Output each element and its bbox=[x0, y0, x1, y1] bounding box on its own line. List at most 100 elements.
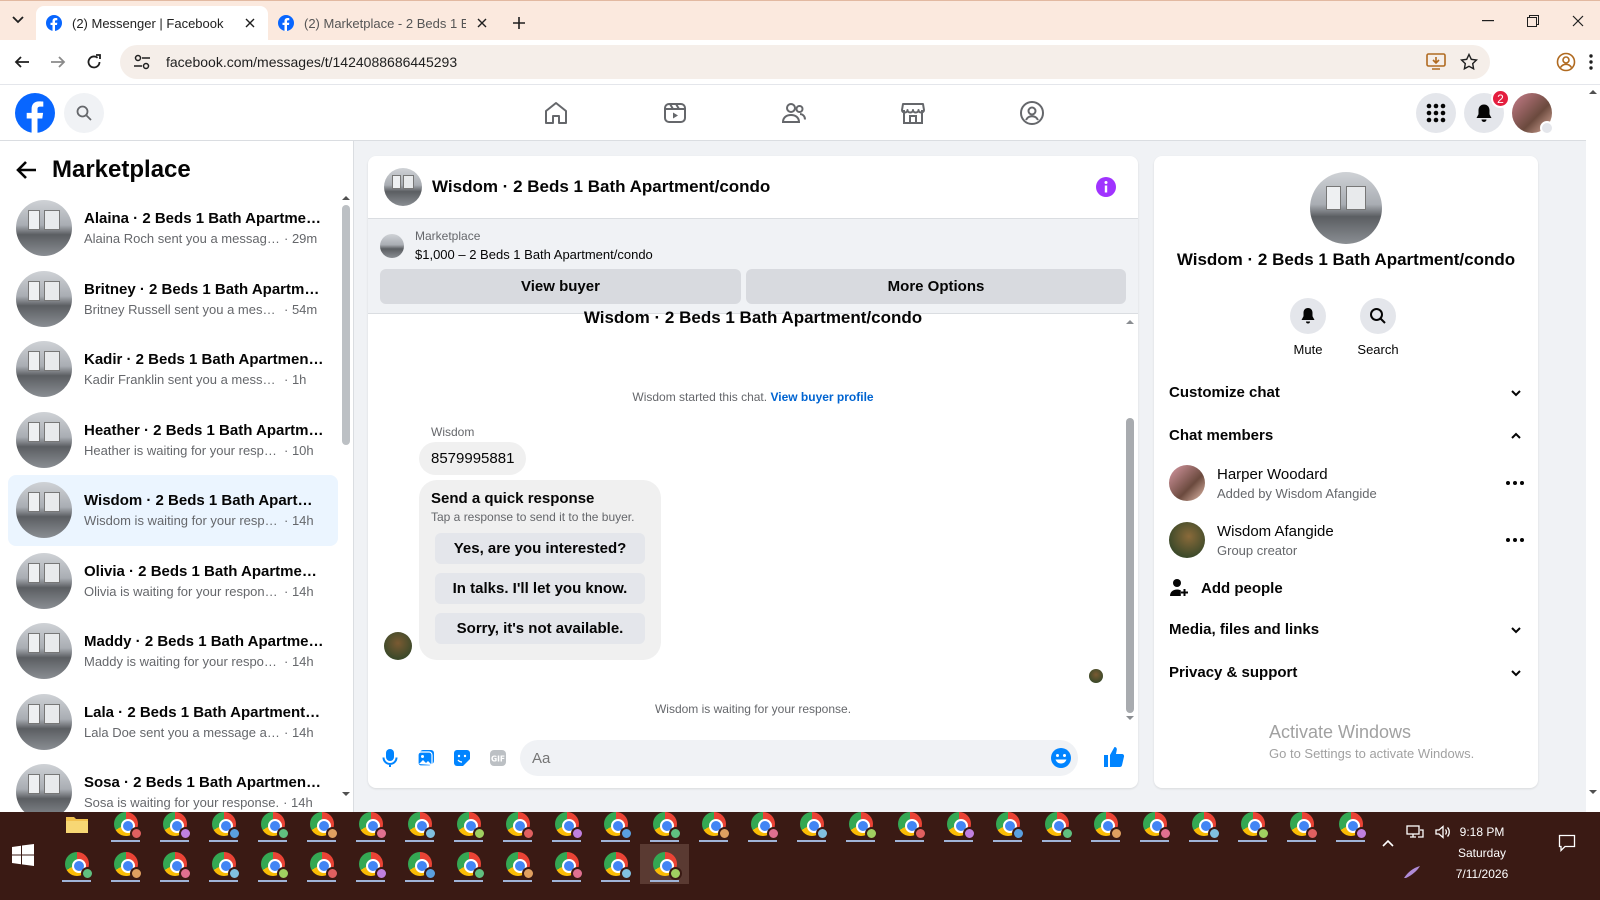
taskbar-chrome-window[interactable] bbox=[934, 804, 983, 844]
tab-search-button[interactable] bbox=[0, 0, 36, 40]
sender-avatar[interactable] bbox=[384, 632, 412, 660]
taskbar-chrome-window[interactable] bbox=[346, 804, 395, 844]
taskbar-chrome-window[interactable] bbox=[297, 844, 346, 884]
conversation-title[interactable]: Wisdom · 2 Beds 1 Bath Apartment/condo bbox=[432, 177, 770, 197]
action-center-icon[interactable] bbox=[1558, 834, 1576, 852]
view-buyer-button[interactable]: View buyer bbox=[380, 269, 741, 304]
scroll-thumb[interactable] bbox=[342, 205, 350, 445]
browser-menu-icon[interactable] bbox=[1588, 53, 1594, 71]
chat-list-item[interactable]: Kadir · 2 Beds 1 Bath Apartment/condo Kad… bbox=[8, 334, 338, 405]
taskbar-chrome-window[interactable] bbox=[493, 804, 542, 844]
taskbar-chrome-window[interactable] bbox=[640, 804, 689, 844]
friends-tab[interactable] bbox=[734, 85, 853, 141]
reload-button[interactable] bbox=[76, 44, 112, 80]
taskbar-chrome-window[interactable] bbox=[1277, 804, 1326, 844]
mute-button[interactable]: Mute bbox=[1290, 298, 1326, 357]
taskbar-chrome-window[interactable] bbox=[444, 844, 493, 884]
chat-list-scrollbar[interactable] bbox=[338, 193, 350, 803]
taskbar-chrome-window[interactable] bbox=[836, 804, 885, 844]
view-buyer-profile-link[interactable]: View buyer profile bbox=[770, 390, 873, 404]
taskbar-chrome-window[interactable] bbox=[101, 844, 150, 884]
member-item[interactable]: Harper Woodard Added by Wisdom Afangide bbox=[1169, 458, 1524, 508]
new-tab-button[interactable] bbox=[504, 6, 534, 40]
taskbar-chrome-window[interactable] bbox=[1179, 804, 1228, 844]
marketplace-tab[interactable] bbox=[853, 85, 972, 141]
chat-list-item[interactable]: Lala · 2 Beds 1 Bath Apartment/condo Lala… bbox=[8, 687, 338, 758]
taskbar-chrome-window[interactable] bbox=[1130, 804, 1179, 844]
scroll-down-icon[interactable] bbox=[340, 789, 352, 799]
taskbar-chrome-window[interactable] bbox=[395, 844, 444, 884]
taskbar-chrome-window[interactable] bbox=[542, 804, 591, 844]
quick-response-in-talks[interactable]: In talks. I'll let you know. bbox=[435, 573, 645, 604]
notifications-button[interactable]: 2 bbox=[1464, 89, 1510, 133]
taskbar-chrome-window[interactable] bbox=[689, 804, 738, 844]
info-icon[interactable] bbox=[1096, 177, 1116, 197]
taskbar-chrome-window[interactable] bbox=[738, 804, 787, 844]
listing-price-title[interactable]: $1,000 – 2 Beds 1 Bath Apartment/condo bbox=[415, 247, 653, 262]
taskbar-chrome-window[interactable] bbox=[1326, 804, 1375, 844]
network-icon[interactable] bbox=[1406, 824, 1424, 840]
taskbar-chrome-window[interactable] bbox=[1228, 804, 1277, 844]
more-options-icon[interactable] bbox=[1506, 538, 1524, 542]
taskbar-file-explorer[interactable] bbox=[52, 804, 101, 844]
attach-photo-button[interactable] bbox=[408, 740, 444, 776]
taskbar-chrome-window[interactable] bbox=[150, 844, 199, 884]
back-arrow-icon[interactable] bbox=[16, 160, 38, 180]
chat-list-item[interactable]: Heather · 2 Beds 1 Bath Apartment/condo H… bbox=[8, 405, 338, 476]
windows-start-icon[interactable] bbox=[12, 844, 34, 866]
emoji-icon[interactable] bbox=[1050, 747, 1072, 769]
pen-icon[interactable] bbox=[1402, 864, 1422, 880]
close-tab-icon[interactable] bbox=[242, 15, 258, 31]
chat-list-item[interactable]: Alaina · 2 Beds 1 Bath Apartment/condo Al… bbox=[8, 193, 338, 264]
taskbar-chrome-window[interactable] bbox=[101, 804, 150, 844]
privacy-support-section[interactable]: Privacy & support bbox=[1154, 651, 1538, 694]
message-input-container[interactable] bbox=[520, 740, 1078, 776]
account-avatar[interactable] bbox=[1512, 93, 1554, 135]
gif-button[interactable]: GIF bbox=[480, 740, 516, 776]
taskbar-chrome-window[interactable] bbox=[444, 804, 493, 844]
video-tab[interactable] bbox=[615, 85, 734, 141]
home-tab[interactable] bbox=[496, 85, 615, 141]
taskbar-chrome-window[interactable] bbox=[542, 844, 591, 884]
taskbar-chrome-window[interactable] bbox=[787, 804, 836, 844]
bookmark-star-icon[interactable] bbox=[1460, 53, 1478, 71]
taskbar-chrome-window[interactable] bbox=[199, 804, 248, 844]
taskbar-chrome-window[interactable] bbox=[640, 844, 689, 884]
menu-button[interactable] bbox=[1416, 93, 1456, 133]
tab-marketplace[interactable]: (2) Marketplace - 2 Beds 1 Bath bbox=[268, 6, 500, 40]
show-hidden-icons-icon[interactable] bbox=[1381, 838, 1395, 848]
chat-list-item[interactable]: Maddy · 2 Beds 1 Bath Apartment/condo Mad… bbox=[8, 616, 338, 687]
taskbar-chrome-window[interactable] bbox=[591, 804, 640, 844]
media-files-section[interactable]: Media, files and links bbox=[1154, 608, 1538, 651]
forward-button[interactable] bbox=[40, 44, 76, 80]
listing-mini-thumbnail[interactable] bbox=[380, 233, 404, 258]
customize-chat-section[interactable]: Customize chat bbox=[1154, 371, 1538, 414]
taskbar-chrome-window[interactable] bbox=[248, 844, 297, 884]
taskbar-chrome-window[interactable] bbox=[199, 844, 248, 884]
chat-list-item[interactable]: Britney · 2 Beds 1 Bath Apartment/condo B… bbox=[8, 264, 338, 335]
add-people-button[interactable]: Add people bbox=[1169, 574, 1283, 602]
taskbar-chrome-window[interactable] bbox=[1032, 804, 1081, 844]
chat-list-item[interactable]: Olivia · 2 Beds 1 Bath Apartment/condo Ol… bbox=[8, 546, 338, 617]
install-app-icon[interactable] bbox=[1426, 53, 1446, 71]
site-settings-icon[interactable] bbox=[132, 53, 152, 71]
like-thumbs-up-icon[interactable] bbox=[1102, 745, 1126, 769]
profile-icon[interactable] bbox=[1556, 52, 1576, 72]
more-options-icon[interactable] bbox=[1506, 481, 1524, 485]
quick-response-not-available[interactable]: Sorry, it's not available. bbox=[435, 613, 645, 644]
back-button[interactable] bbox=[4, 44, 40, 80]
gaming-tab[interactable] bbox=[972, 85, 1091, 141]
address-bar[interactable]: facebook.com/messages/t/1424088686445293 bbox=[120, 45, 1490, 79]
search-in-chat-button[interactable]: Search bbox=[1357, 298, 1399, 357]
member-item[interactable]: Wisdom Afangide Group creator bbox=[1169, 515, 1524, 565]
facebook-search-button[interactable] bbox=[64, 93, 104, 133]
message-bubble[interactable]: 8579995881 bbox=[419, 442, 527, 475]
taskbar-chrome-window[interactable] bbox=[983, 804, 1032, 844]
chat-list-item[interactable]: Wisdom · 2 Beds 1 Bath Apartment/condo Wi… bbox=[8, 475, 338, 546]
taskbar-chrome-window[interactable] bbox=[346, 844, 395, 884]
taskbar-chrome-window[interactable] bbox=[885, 804, 934, 844]
listing-thumbnail[interactable] bbox=[384, 168, 422, 206]
restore-button[interactable] bbox=[1510, 1, 1555, 41]
close-window-button[interactable] bbox=[1555, 1, 1600, 41]
sticker-button[interactable] bbox=[444, 740, 480, 776]
